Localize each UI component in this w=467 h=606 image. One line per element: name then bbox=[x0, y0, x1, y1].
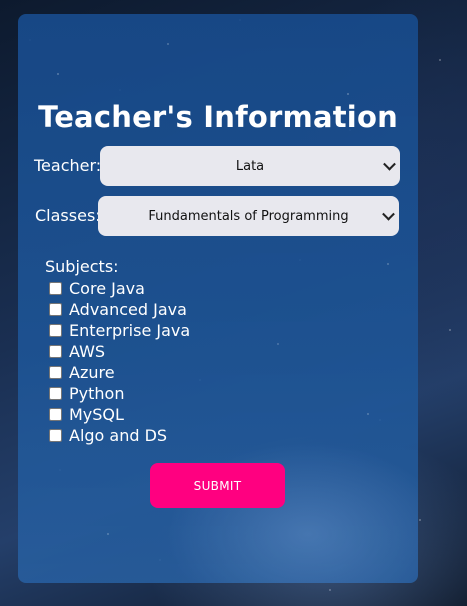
subject-item-algo-and-ds: Algo and DS bbox=[49, 425, 190, 446]
subject-item-core-java: Core Java bbox=[49, 278, 190, 299]
subject-checkbox[interactable] bbox=[49, 366, 62, 379]
subject-checkbox[interactable] bbox=[49, 408, 62, 421]
classes-label: Classes: bbox=[35, 206, 101, 225]
subject-label: Python bbox=[69, 384, 125, 403]
subject-label: MySQL bbox=[69, 405, 124, 424]
subject-item-azure: Azure bbox=[49, 362, 190, 383]
subject-checkbox[interactable] bbox=[49, 282, 62, 295]
subject-label: Advanced Java bbox=[69, 300, 187, 319]
subject-list: Core Java Advanced Java Enterprise Java … bbox=[45, 278, 190, 446]
subject-item-enterprise-java: Enterprise Java bbox=[49, 320, 190, 341]
subject-item-aws: AWS bbox=[49, 341, 190, 362]
subject-label: Core Java bbox=[69, 279, 145, 298]
subject-checkbox[interactable] bbox=[49, 387, 62, 400]
teacher-select-value: Lata bbox=[235, 158, 265, 174]
subject-checkbox[interactable] bbox=[49, 303, 62, 316]
subject-label: Azure bbox=[69, 363, 115, 382]
subject-item-mysql: MySQL bbox=[49, 404, 190, 425]
subject-checkbox[interactable] bbox=[49, 345, 62, 358]
subject-item-advanced-java: Advanced Java bbox=[49, 299, 190, 320]
page-title: Teacher's Information bbox=[38, 100, 398, 134]
classes-select[interactable]: Fundamentals of Programming bbox=[98, 196, 399, 236]
subject-label: Enterprise Java bbox=[69, 321, 191, 340]
classes-select-value: Fundamentals of Programming bbox=[148, 208, 349, 224]
subject-label: AWS bbox=[69, 342, 106, 361]
chevron-down-icon bbox=[382, 207, 395, 221]
subjects-label: Subjects: bbox=[45, 257, 119, 276]
subject-checkbox[interactable] bbox=[49, 429, 62, 442]
teacher-select[interactable]: Lata bbox=[100, 146, 400, 186]
chevron-down-icon bbox=[383, 157, 396, 171]
submit-button[interactable]: SUBMIT bbox=[150, 463, 285, 508]
subject-label: Algo and DS bbox=[69, 426, 168, 445]
subjects-group: Subjects: Core Java Advanced Java Enterp… bbox=[45, 258, 190, 446]
subject-checkbox[interactable] bbox=[49, 324, 62, 337]
subject-item-python: Python bbox=[49, 383, 190, 404]
teacher-form-card: Teacher's Information Teacher: Lata Clas… bbox=[18, 14, 418, 583]
teacher-label: Teacher: bbox=[34, 156, 102, 175]
